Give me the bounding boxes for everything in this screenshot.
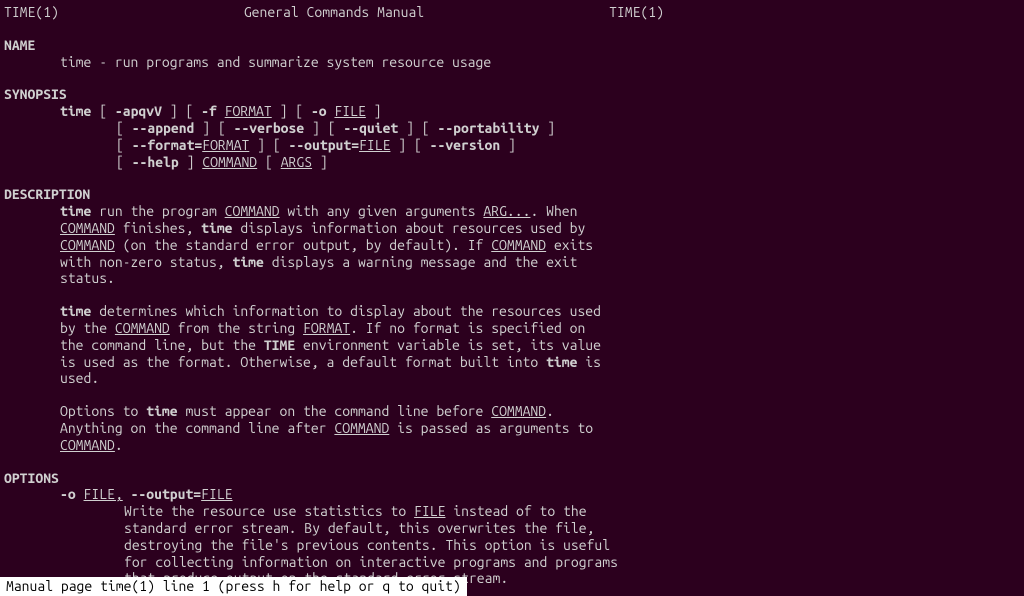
desc-p3-l1: Options to time must appear on the comma… (4, 403, 1024, 420)
desc-p3-l3: COMMAND. (4, 437, 1024, 454)
synopsis-line3: [ --format=FORMAT ] [ --output=FILE ] [ … (4, 137, 1024, 154)
synopsis-formatval: FORMAT (202, 137, 249, 153)
synopsis-verbose: --verbose (234, 120, 305, 136)
synopsis-format: FORMAT (225, 103, 272, 119)
synopsis-line2: [ --append ] [ --verbose ] [ --quiet ] [… (4, 120, 1024, 137)
section-name-header: NAME (4, 37, 1024, 54)
synopsis-o: -o (311, 103, 327, 119)
synopsis-line4: [ --help ] COMMAND [ ARGS ] (4, 154, 1024, 171)
synopsis-command: COMMAND (202, 154, 257, 170)
desc-p1-l5: status. (4, 270, 1024, 287)
synopsis-outputlong: --output= (289, 137, 360, 153)
options-opt1-desc3: standard error stream. By default, this … (4, 520, 1024, 537)
desc-p2-l2: by the COMMAND from the string FORMAT. I… (4, 320, 1024, 337)
desc-p1-l1: time run the program COMMAND with any gi… (4, 203, 1024, 220)
synopsis-cmd: time (60, 103, 91, 119)
man-header: TIME(1) General Commands Manual TIME(1) (4, 4, 664, 21)
section-options-header: OPTIONS (4, 470, 1024, 487)
header-center: General Commands Manual (244, 4, 424, 21)
options-opt1-desc4: destroying the file's previous contents.… (4, 537, 1024, 554)
desc-p2-l3: the command line, but the TIME environme… (4, 337, 1024, 354)
desc-p1-l2: COMMAND finishes, time displays informat… (4, 220, 1024, 237)
header-left: TIME(1) (4, 4, 59, 21)
synopsis-f: -f (201, 103, 217, 119)
options-opt1-desc5: for collecting information on interactiv… (4, 554, 1024, 571)
synopsis-formatlong: --format= (132, 137, 203, 153)
synopsis-help: --help (132, 154, 179, 170)
desc-p2-l4: is used as the format. Otherwise, a defa… (4, 354, 1024, 371)
synopsis-append: --append (132, 120, 195, 136)
desc-p3-l2: Anything on the command line after COMMA… (4, 420, 1024, 437)
section-description-header: DESCRIPTION (4, 186, 1024, 203)
synopsis-portability: --portability (437, 120, 539, 136)
synopsis-opts: -apqvV (115, 103, 162, 119)
man-status-bar[interactable]: Manual page time(1) line 1 (press h for … (0, 577, 467, 596)
options-opt1-desc1: Write the resource use statistics to FIL… (4, 503, 1024, 520)
name-content: time - run programs and summarize system… (4, 54, 1024, 71)
synopsis-version: --version (430, 137, 501, 153)
section-synopsis-header: SYNOPSIS (4, 86, 1024, 103)
desc-p1-l4: with non-zero status, time displays a wa… (4, 254, 1024, 271)
header-right: TIME(1) (609, 4, 664, 21)
synopsis-quiet: --quiet (343, 120, 398, 136)
desc-p1-l3: COMMAND (on the standard error output, b… (4, 237, 1024, 254)
synopsis-line1: time [ -apqvV ] [ -f FORMAT ] [ -o FILE … (4, 103, 1024, 120)
synopsis-args: ARGS (281, 154, 312, 170)
options-opt1-flags: -o FILE, --output=FILE (4, 486, 1024, 503)
synopsis-outputval: FILE (359, 137, 390, 153)
desc-p2-l5: used. (4, 370, 1024, 387)
desc-p2-l1: time determines which information to dis… (4, 303, 1024, 320)
synopsis-file: FILE (334, 103, 365, 119)
